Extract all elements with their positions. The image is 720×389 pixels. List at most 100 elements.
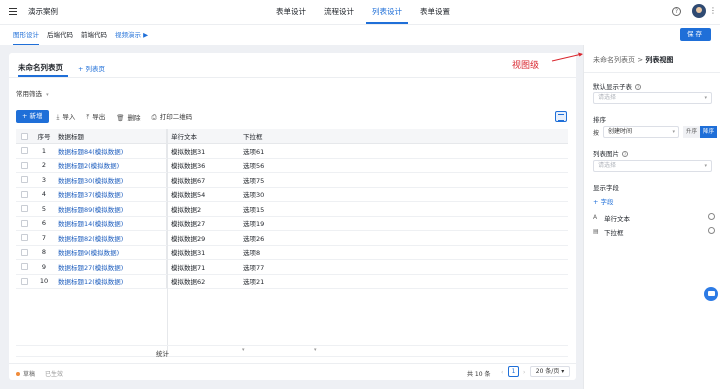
breadcrumb-parent[interactable]: 未命名列表页 — [593, 56, 635, 64]
list-page-title[interactable]: 未命名列表页 — [18, 62, 63, 73]
table-row[interactable]: 1 数据标题84(模拟数据) 模拟数据31 选项61 — [16, 144, 568, 159]
row-checkbox[interactable] — [21, 277, 28, 285]
help-icon[interactable]: ? — [635, 84, 641, 90]
data-table: 序号 数据标题 单行文本 下拉框 1 数据标题84(模拟数据) 模拟数据31 选… — [16, 129, 568, 289]
chevron-down-icon[interactable]: ▾ — [242, 347, 245, 353]
print-qr-label: 打印二维码 — [159, 113, 193, 121]
tab-list-design[interactable]: 列表设计 — [366, 0, 408, 24]
export-label: 导出 — [92, 113, 106, 121]
table-view-toggle-icon[interactable] — [555, 111, 567, 122]
table-row[interactable]: 6 数据标题14(模拟数据) 模拟数据27 选项19 — [16, 216, 568, 231]
row-checkbox[interactable] — [21, 176, 28, 184]
table-row[interactable]: 2 数据标题2(模拟数据) 模拟数据36 选项56 — [16, 158, 568, 173]
col-header-no: 序号 — [37, 133, 51, 141]
draft-status: 草稿 — [16, 369, 35, 378]
row-checkbox[interactable] — [21, 190, 28, 198]
row-checkbox[interactable] — [21, 147, 28, 155]
row-title-link[interactable]: 数据标题84(模拟数据) — [58, 146, 123, 156]
status-dot — [16, 371, 20, 376]
row-title-link[interactable]: 数据标题82(模拟数据) — [58, 233, 123, 243]
delete-label: 删除 — [127, 113, 141, 122]
row-title-link[interactable]: 数据标题2(模拟数据) — [58, 160, 119, 170]
row-title-link[interactable]: 数据标题27(模拟数据) — [58, 262, 123, 272]
chevron-down-icon[interactable]: ▾ — [314, 347, 317, 353]
export-button[interactable]: ⤒ 导出 — [86, 111, 105, 122]
field-item[interactable]: ▤ 下拉框 — [593, 226, 715, 237]
avatar[interactable] — [692, 4, 706, 18]
text-field-icon: A — [593, 214, 598, 221]
select-all-cell — [16, 132, 33, 140]
row-pick: 选项19 — [243, 220, 265, 229]
tab-video-demo[interactable]: 视频演示 ▶ — [115, 25, 148, 45]
row-checkbox[interactable] — [21, 161, 28, 169]
sort-asc-button[interactable]: 升序 — [683, 126, 701, 138]
tab-graphic-design[interactable]: 图形设计 — [13, 25, 39, 45]
add-list-page-link[interactable]: + 列表页 — [78, 63, 105, 73]
page-size-select[interactable]: 20 条/页 ▾ — [530, 366, 570, 377]
more-icon[interactable]: ⋮ — [709, 6, 717, 16]
sort-order-toggle: 升序 降序 — [683, 126, 718, 138]
new-button[interactable]: + 新增 — [16, 110, 49, 123]
row-checkbox[interactable] — [21, 263, 28, 271]
row-title-link[interactable]: 数据标题12(模拟数据) — [58, 276, 123, 286]
delete-button[interactable]: 🗑 删除 — [116, 112, 140, 122]
divider — [584, 72, 720, 73]
save-button[interactable]: 保存 — [680, 28, 711, 41]
tab-form-design[interactable]: 表单设计 — [270, 0, 312, 24]
table-row[interactable]: 9 数据标题27(模拟数据) 模拟数据71 选项77 — [16, 260, 568, 275]
list-toolbar: + 新增 ⤓ 导入 ⤒ 导出 🗑 删除 ⎙ 打印二维码 — [16, 110, 203, 123]
table-row[interactable]: 5 数据标题89(模拟数据) 模拟数据2 选项15 — [16, 202, 568, 217]
print-qr-button[interactable]: ⎙ 打印二维码 — [152, 111, 193, 122]
help-icon[interactable]: ? — [672, 7, 681, 16]
chevron-down-icon: ▾ — [46, 92, 49, 98]
row-title-link[interactable]: 数据标题89(模拟数据) — [58, 204, 123, 214]
row-title-link[interactable]: 数据标题9(模拟数据) — [58, 247, 119, 257]
total-count: 共 10 条 — [467, 371, 491, 378]
tab-flow-design[interactable]: 流程设计 — [318, 0, 360, 24]
display-fields-label: 显示字段 — [593, 184, 619, 192]
sort-field-select[interactable]: 创建时间 ▾ — [603, 126, 680, 138]
table-row[interactable]: 4 数据标题37(模拟数据) 模拟数据54 选项30 — [16, 187, 568, 202]
default-child-select[interactable]: 请选择 ▾ — [593, 92, 712, 104]
add-field-button[interactable]: + 字段 — [593, 196, 614, 206]
row-title-link[interactable]: 数据标题30(模拟数据) — [58, 175, 123, 185]
sort-desc-button[interactable]: 降序 — [700, 126, 718, 138]
import-button[interactable]: ⤓ 导入 — [57, 111, 76, 122]
table-row[interactable]: 3 数据标题30(模拟数据) 模拟数据67 选项75 — [16, 173, 568, 188]
chat-support-icon[interactable] — [704, 287, 718, 301]
row-checkbox[interactable] — [21, 205, 28, 213]
list-image-select[interactable]: 请选择 ▾ — [593, 160, 712, 172]
select-all-checkbox[interactable] — [21, 132, 28, 140]
tab-backend-code[interactable]: 后端代码 — [47, 25, 73, 45]
tab-form-settings[interactable]: 表单设置 — [414, 0, 456, 24]
menu-icon[interactable] — [9, 8, 17, 15]
table-row[interactable]: 7 数据标题82(模拟数据) 模拟数据29 选项26 — [16, 231, 568, 246]
next-page-button[interactable]: › — [523, 369, 525, 376]
row-title-link[interactable]: 数据标题37(模拟数据) — [58, 189, 123, 199]
tab-frontend-code[interactable]: 前端代码 — [81, 25, 107, 45]
row-checkbox[interactable] — [21, 234, 28, 242]
sort-row: 按 创建时间 ▾ 升序 降序 — [593, 126, 718, 138]
col-header-title: 数据标题 — [55, 129, 167, 143]
gear-icon[interactable] — [708, 227, 715, 234]
chevron-down-icon: ▾ — [704, 163, 707, 169]
table-row[interactable]: 10 数据标题12(模拟数据) 模拟数据62 选项21 — [16, 274, 568, 289]
field-item[interactable]: A 单行文本 — [593, 212, 715, 223]
list-image-label-row: 列表图片? — [593, 148, 628, 158]
help-icon[interactable]: ? — [622, 151, 628, 157]
common-filter-dropdown[interactable]: 常用筛选 ▾ — [16, 88, 49, 98]
prev-page-button[interactable]: ‹ — [501, 369, 503, 376]
row-no: 8 — [41, 248, 47, 257]
list-image-label: 列表图片 — [593, 150, 619, 158]
table-row[interactable]: 8 数据标题9(模拟数据) 模拟数据31 选项8 — [16, 245, 568, 260]
export-icon: ⤒ — [86, 113, 90, 121]
row-checkbox[interactable] — [21, 248, 28, 256]
row-pick: 选项61 — [243, 147, 265, 156]
row-text: 模拟数据27 — [171, 220, 206, 229]
current-page[interactable]: 1 — [508, 366, 519, 377]
field-label: 单行文本 — [604, 214, 630, 223]
row-no: 4 — [41, 190, 47, 199]
row-checkbox[interactable] — [21, 219, 28, 227]
row-title-link[interactable]: 数据标题14(模拟数据) — [58, 218, 123, 228]
gear-icon[interactable] — [708, 213, 715, 220]
